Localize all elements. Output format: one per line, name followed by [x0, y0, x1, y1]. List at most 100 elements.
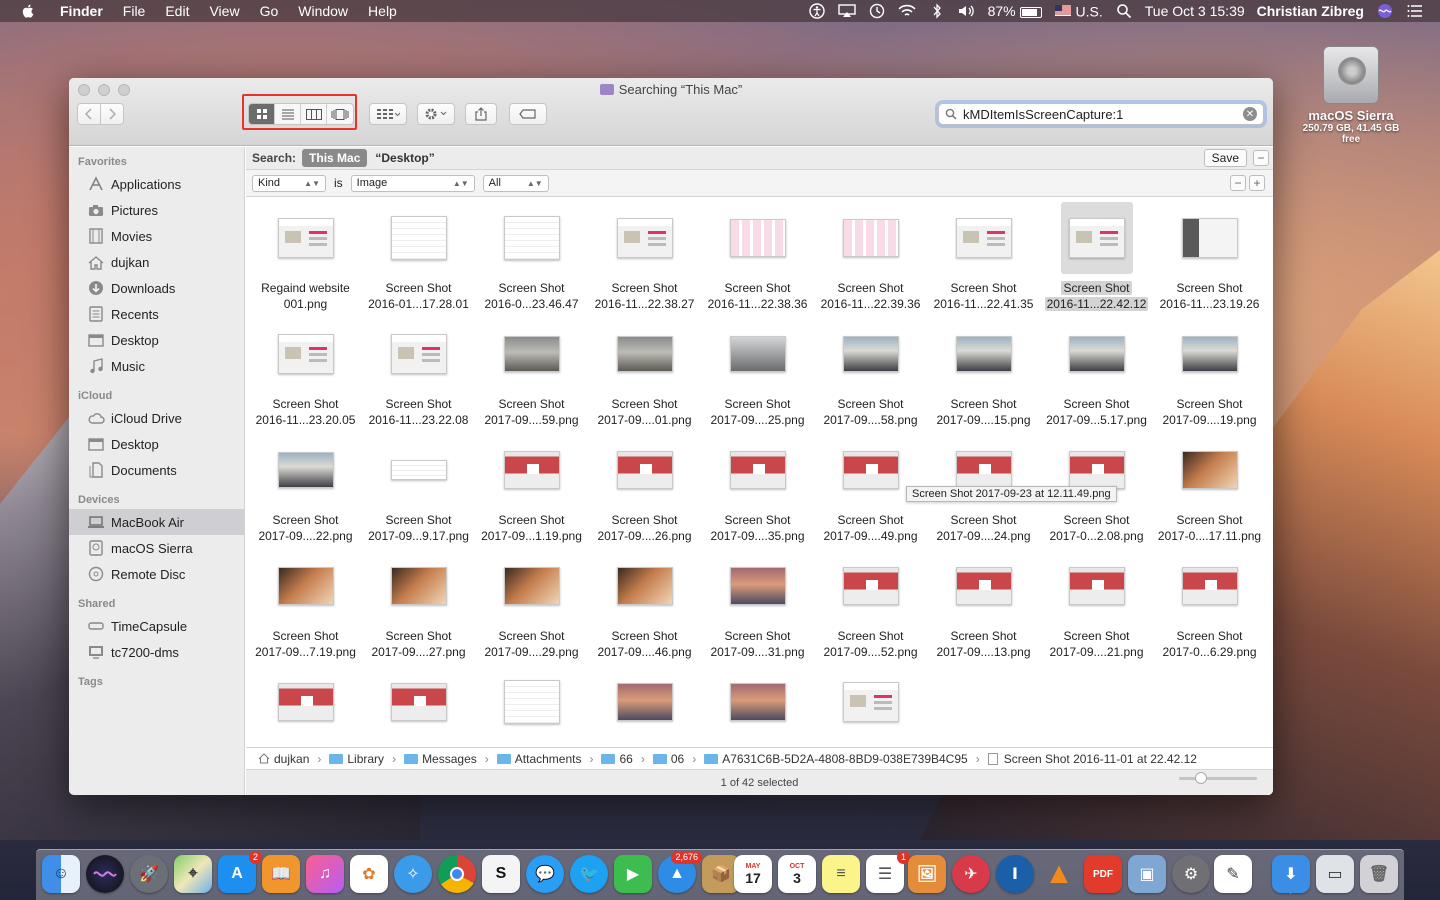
file-item[interactable]: Screen Shot 2017-09....27.png [362, 550, 475, 660]
path-segment[interactable]: Screen Shot 2016-11-01 at 22.42.12 [987, 752, 1197, 766]
file-thumbnail[interactable] [496, 202, 568, 274]
file-item[interactable]: Screen Shot 2017-09....13.png [927, 550, 1040, 660]
file-item[interactable]: Regaind website 001.png [249, 202, 362, 312]
file-item[interactable]: Screen Shot 2017-09....46.png [588, 550, 701, 660]
file-item[interactable]: Screen Shot [362, 666, 475, 747]
file-thumbnail[interactable] [496, 550, 568, 622]
file-thumbnail[interactable] [496, 434, 568, 506]
file-item[interactable]: Screen Shot 2017-09....22.png [249, 434, 362, 544]
file-item[interactable]: Screen Shot 2016-11...23.20.05 [249, 318, 362, 428]
remove-search-button[interactable]: − [1253, 150, 1269, 166]
battery-status[interactable]: 87% [988, 3, 1042, 19]
file-item[interactable]: Screen Shot [814, 666, 927, 747]
file-thumbnail[interactable] [835, 666, 907, 738]
dock-finder-icon[interactable]: ☺ [42, 855, 80, 893]
image-type-popup[interactable]: All ▲▼ [482, 174, 549, 192]
path-segment[interactable]: 66 [601, 752, 633, 766]
dock-textedit-icon[interactable]: ✎ [1214, 855, 1252, 893]
file-thumbnail[interactable] [835, 318, 907, 390]
file-thumbnail[interactable] [383, 202, 455, 274]
file-item[interactable]: Screen Shot 2017-09....21.png [1040, 550, 1153, 660]
sidebar-item-desktop[interactable]: Desktop [69, 327, 244, 353]
file-thumbnail[interactable] [270, 202, 342, 274]
sidebar-item-home[interactable]: dujkan [69, 249, 244, 275]
sidebar-item-macbook-air[interactable]: MacBook Air [69, 509, 244, 535]
path-segment[interactable]: 06 [652, 752, 684, 766]
file-item[interactable]: Screen Shot 2016-11...22.42.12 [1040, 202, 1153, 312]
dock-twitterrific-icon[interactable]: ▲ 2,676 [658, 851, 702, 893]
dock-calendar-icon[interactable]: MAY 17 [734, 855, 772, 893]
sidebar-item-macos-sierra[interactable]: macOS Sierra [69, 535, 244, 561]
path-segment[interactable]: Attachments [496, 752, 581, 766]
file-item[interactable]: Screen Shot 2017-09....25.png [701, 318, 814, 428]
menu-app-name[interactable]: Finder [50, 3, 113, 19]
file-item[interactable]: Screen Shot 2016-11...22.39.36 [814, 202, 927, 312]
file-item[interactable]: Screen Shot 2017-09....26.png [588, 434, 701, 544]
file-thumbnail[interactable] [1174, 202, 1246, 274]
file-item[interactable]: Screen Shot [249, 666, 362, 747]
file-thumbnail[interactable] [496, 666, 568, 738]
file-item[interactable]: Screen Shot 2016-11...23.19.26 [1153, 202, 1266, 312]
file-item[interactable]: Screen Shot 2017-09....01.png [588, 318, 701, 428]
file-thumbnail[interactable] [1061, 550, 1133, 622]
accessibility-icon[interactable] [808, 3, 826, 19]
file-thumbnail[interactable] [835, 550, 907, 622]
back-button[interactable] [77, 103, 101, 125]
file-item[interactable]: Screen Shot 2017-09....15.png [927, 318, 1040, 428]
sidebar-item-icloud-drive[interactable]: iCloud Drive [69, 405, 244, 431]
file-thumbnail[interactable] [270, 666, 342, 738]
dock-pdf-icon[interactable]: PDF [1084, 855, 1122, 893]
dock-facetime-icon[interactable]: ▶ [614, 855, 652, 893]
file-thumbnail[interactable] [1174, 434, 1246, 506]
time-machine-icon[interactable] [868, 3, 886, 19]
menu-clock[interactable]: Tue Oct 3 15:39 [1145, 3, 1245, 19]
sidebar-item-remote-disc[interactable]: Remote Disc [69, 561, 244, 587]
dock-siri-icon[interactable] [86, 855, 124, 893]
remove-criteria-button[interactable]: − [1230, 175, 1246, 191]
file-thumbnail[interactable] [722, 318, 794, 390]
file-item[interactable]: Screen Shot [588, 666, 701, 747]
bluetooth-icon[interactable] [928, 3, 946, 19]
file-item[interactable]: Screen Shot 2016-01...17.28.01 [362, 202, 475, 312]
dock-1password-icon[interactable]: Ⅰ [996, 855, 1034, 893]
file-thumbnail[interactable] [1061, 318, 1133, 390]
dock-reminders-icon[interactable]: ☰ 1 [866, 851, 910, 893]
file-item[interactable]: Screen Shot 2016-0...23.46.47 [475, 202, 588, 312]
tags-button[interactable] [509, 103, 547, 125]
menu-help[interactable]: Help [358, 3, 407, 19]
dock-system-preferences-icon[interactable]: ⚙ [1172, 855, 1210, 893]
file-item[interactable]: Screen Shot 2017-09...9.17.png [362, 434, 475, 544]
dock-trash-icon[interactable]: 🗑 [1360, 855, 1398, 893]
file-thumbnail[interactable] [496, 318, 568, 390]
sidebar-item-downloads[interactable]: Downloads [69, 275, 244, 301]
file-item[interactable]: Screen Shot 2016-11...22.38.36 [701, 202, 814, 312]
file-item[interactable]: Screen Shot 2017-0...6.29.png [1153, 550, 1266, 660]
share-button[interactable] [465, 103, 497, 125]
file-thumbnail[interactable] [609, 202, 681, 274]
file-item[interactable]: Screen Shot 2017-09...5.17.png [1040, 318, 1153, 428]
file-item[interactable]: Screen Shot [701, 666, 814, 747]
file-thumbnail[interactable] [722, 666, 794, 738]
dock-vlc-icon[interactable]: ▲ [1040, 855, 1078, 893]
file-item[interactable]: Screen Shot 2017-09....59.png [475, 318, 588, 428]
file-thumbnail[interactable] [835, 434, 907, 506]
menu-user-name[interactable]: Christian Zibreg [1257, 3, 1364, 19]
file-thumbnail[interactable] [270, 550, 342, 622]
dock-maps-icon[interactable]: ⌖ [174, 855, 212, 893]
file-item[interactable]: Screen Shot 2016-11...22.38.27 [588, 202, 701, 312]
file-thumbnail[interactable] [722, 550, 794, 622]
file-item[interactable]: Screen Shot [475, 666, 588, 747]
sidebar-item-documents[interactable]: Documents [69, 457, 244, 483]
menu-edit[interactable]: Edit [155, 3, 199, 19]
scope-desktop-button[interactable]: “Desktop” [375, 151, 434, 165]
search-input[interactable] [963, 106, 1243, 122]
sidebar-item-icloud-desktop[interactable]: Desktop [69, 431, 244, 457]
action-button[interactable] [417, 103, 455, 125]
slider-knob[interactable] [1195, 772, 1207, 784]
volume-icon[interactable] [958, 3, 976, 19]
dock-messages-icon[interactable]: 💬 [526, 855, 564, 893]
menu-window[interactable]: Window [288, 3, 358, 19]
file-thumbnail[interactable] [948, 550, 1020, 622]
notification-center-icon[interactable] [1406, 3, 1424, 19]
path-segment[interactable]: Library [329, 752, 384, 766]
